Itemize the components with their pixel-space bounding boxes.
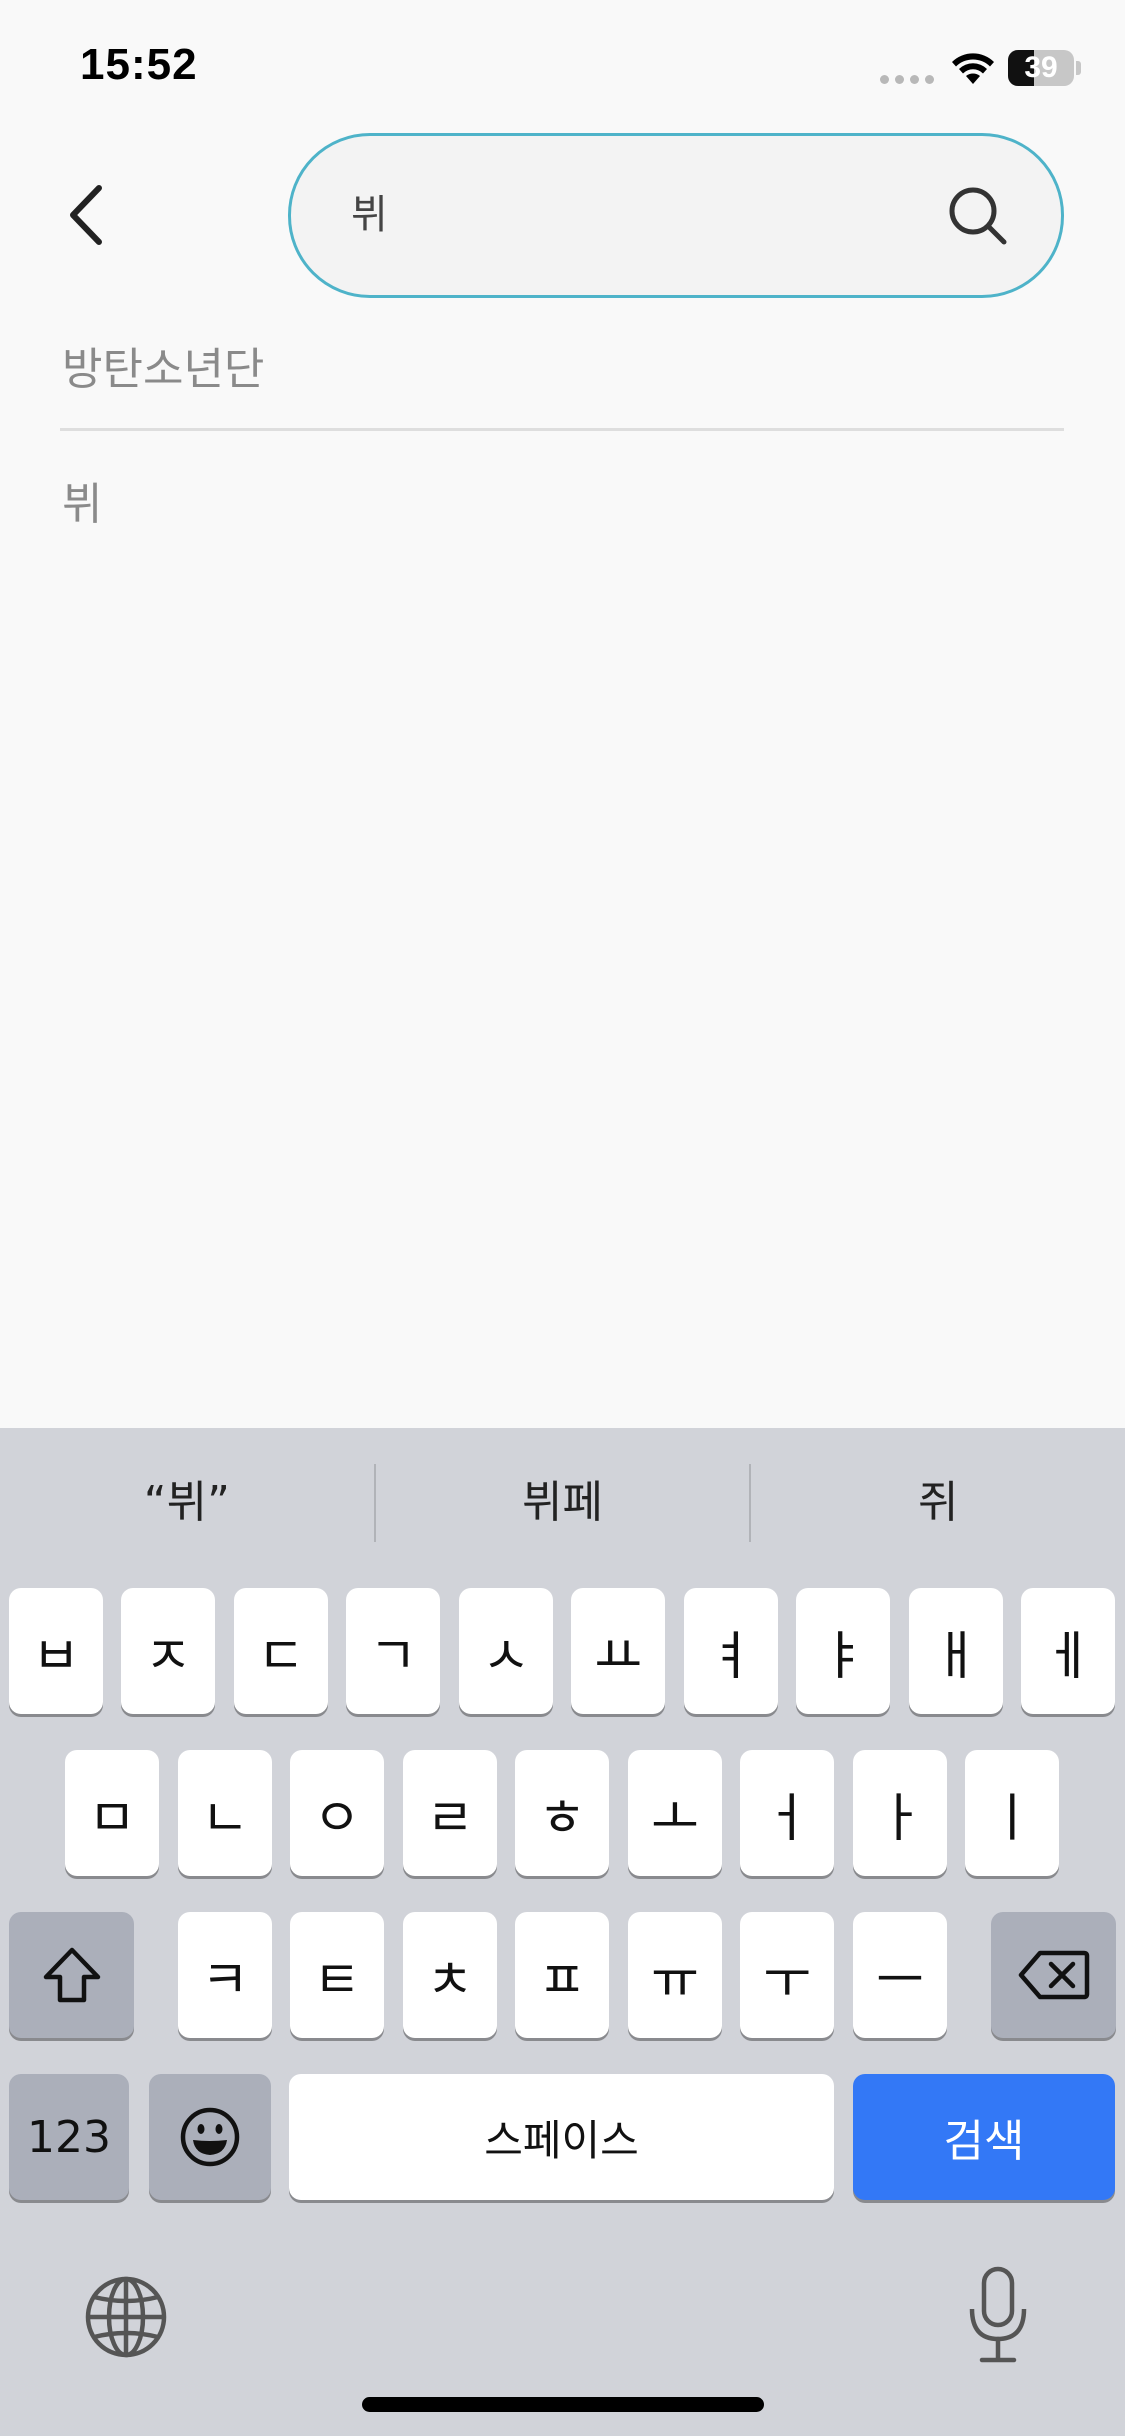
emoji-key[interactable]: [149, 2074, 271, 2200]
search-return-key[interactable]: 검색: [853, 2074, 1115, 2200]
shift-key[interactable]: [9, 1912, 134, 2038]
key[interactable]: ㄴ: [178, 1750, 272, 1876]
home-indicator[interactable]: [362, 2397, 764, 2412]
key[interactable]: ㅔ: [1021, 1588, 1115, 1714]
key[interactable]: ㅈ: [121, 1588, 215, 1714]
key[interactable]: ㄹ: [403, 1750, 497, 1876]
prediction-item[interactable]: “뷔”: [0, 1428, 374, 1578]
search-icon[interactable]: [947, 185, 1009, 247]
search-input[interactable]: [351, 136, 911, 295]
key[interactable]: ㅋ: [178, 1912, 272, 2038]
key[interactable]: ㅐ: [909, 1588, 1003, 1714]
chevron-left-icon: [70, 185, 102, 245]
key[interactable]: ㅅ: [459, 1588, 553, 1714]
key[interactable]: ㅣ: [965, 1750, 1059, 1876]
key[interactable]: ㅡ: [853, 1912, 947, 2038]
key[interactable]: ㅂ: [9, 1588, 103, 1714]
cellular-dots-icon: [880, 75, 934, 84]
globe-icon[interactable]: [84, 2275, 168, 2359]
key[interactable]: ㄷ: [234, 1588, 328, 1714]
key[interactable]: ㄱ: [346, 1588, 440, 1714]
key[interactable]: ㅇ: [290, 1750, 384, 1876]
prediction-item[interactable]: 뷔페: [376, 1428, 750, 1578]
key[interactable]: ㅌ: [290, 1912, 384, 2038]
suggestion-item[interactable]: 방탄소년단: [62, 333, 1064, 397]
key[interactable]: ㅊ: [403, 1912, 497, 2038]
numbers-key[interactable]: 123: [9, 2074, 129, 2200]
battery-level: 39: [1024, 51, 1058, 84]
microphone-icon[interactable]: [964, 2265, 1032, 2365]
delete-key[interactable]: [991, 1912, 1116, 2038]
key[interactable]: ㅓ: [740, 1750, 834, 1876]
key[interactable]: ㅍ: [515, 1912, 609, 2038]
suggestion-divider: [60, 428, 1064, 431]
key[interactable]: ㅛ: [571, 1588, 665, 1714]
emoji-icon: [180, 2107, 240, 2167]
backspace-icon: [1018, 1950, 1089, 2000]
key[interactable]: ㅗ: [628, 1750, 722, 1876]
key[interactable]: ㅠ: [628, 1912, 722, 2038]
battery-tip: [1076, 61, 1081, 75]
search-box[interactable]: [288, 133, 1064, 298]
key[interactable]: ㅑ: [796, 1588, 890, 1714]
status-time: 15:52: [80, 40, 198, 89]
shift-icon: [43, 1947, 100, 2003]
key[interactable]: ㅜ: [740, 1912, 834, 2038]
status-bar: 15:52 39: [0, 0, 1125, 140]
key[interactable]: ㅎ: [515, 1750, 609, 1876]
prediction-bar: “뷔” 뷔페 쥐: [0, 1428, 1125, 1578]
key[interactable]: ㅕ: [684, 1588, 778, 1714]
key[interactable]: ㅏ: [853, 1750, 947, 1876]
battery-icon: 39: [1008, 50, 1074, 86]
back-button[interactable]: [50, 170, 120, 260]
key[interactable]: ㅁ: [65, 1750, 159, 1876]
prediction-item[interactable]: 쥐: [751, 1428, 1125, 1578]
space-key[interactable]: 스페이스: [289, 2074, 834, 2200]
wifi-icon: [952, 53, 994, 84]
suggestion-item[interactable]: 뷔: [62, 468, 1064, 532]
